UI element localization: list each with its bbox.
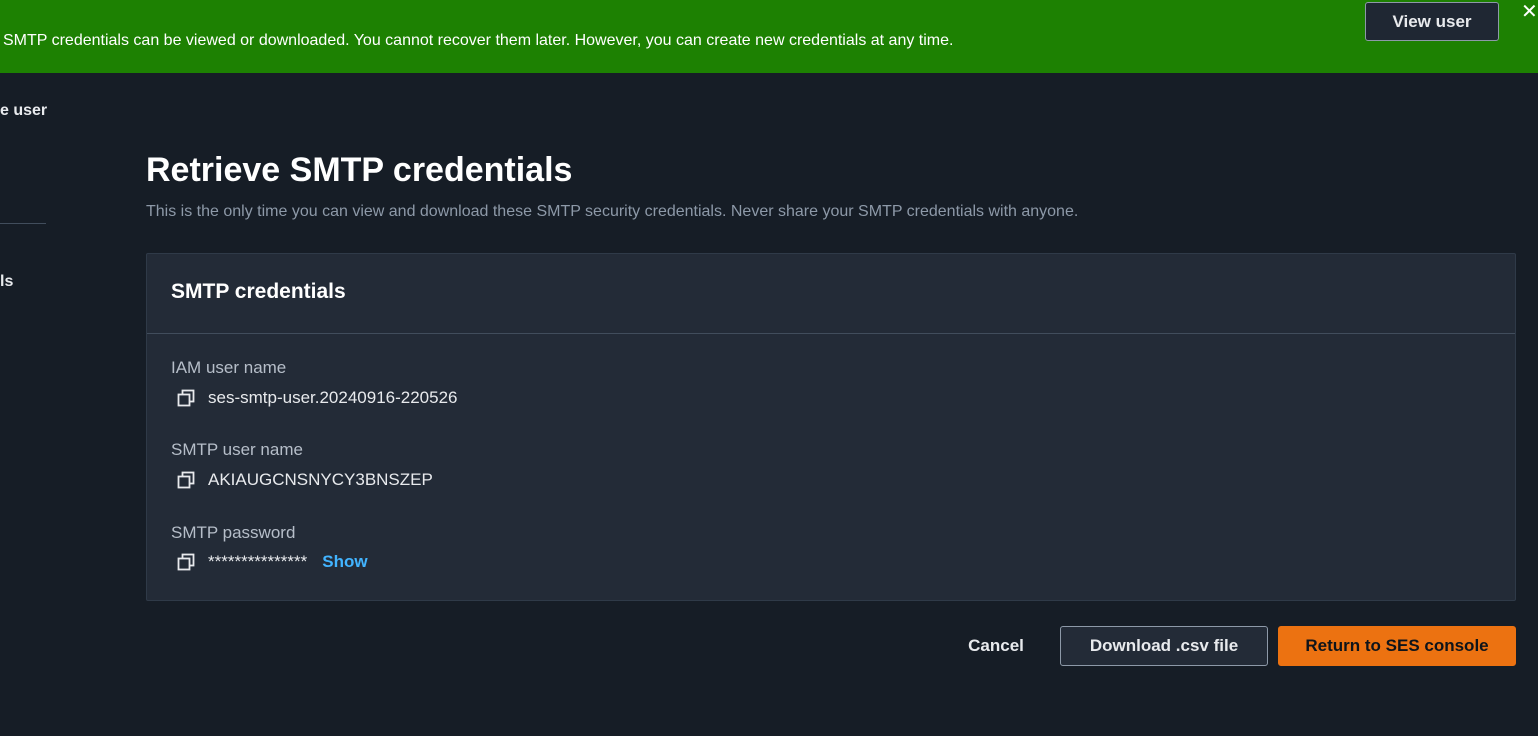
page-title: Retrieve SMTP credentials (146, 151, 573, 189)
download-csv-button[interactable]: Download .csv file (1060, 626, 1268, 666)
copy-icon[interactable] (177, 553, 195, 571)
cancel-button[interactable]: Cancel (950, 626, 1042, 666)
smtp-password-label: SMTP password (171, 523, 296, 542)
return-to-ses-console-button[interactable]: Return to SES console (1278, 626, 1516, 666)
sidebar-item-credentials[interactable]: ls (0, 273, 13, 291)
panel-title: SMTP credentials (171, 280, 346, 303)
iam-user-name-label: IAM user name (171, 358, 287, 377)
sidebar-item-create-user[interactable]: e user (0, 102, 47, 120)
sidebar-divider (0, 223, 46, 224)
iam-user-name-value: ses-smtp-user.20240916-220526 (208, 388, 458, 407)
smtp-credentials-panel: SMTP credentials IAM user name ses-smtp-… (146, 253, 1516, 601)
copy-icon[interactable] (177, 471, 195, 489)
smtp-password-row: *************** Show (177, 550, 368, 574)
page-description: This is the only time you can view and d… (146, 203, 1079, 220)
close-icon[interactable]: ✕ (1521, 2, 1538, 24)
smtp-password-value: *************** (208, 552, 308, 571)
show-password-link[interactable]: Show (322, 552, 367, 572)
smtp-user-name-label: SMTP user name (171, 440, 303, 459)
view-user-button[interactable]: View user (1365, 2, 1499, 41)
success-banner: SMTP credentials can be viewed or downlo… (0, 0, 1538, 73)
smtp-user-name-value: AKIAUGCNSNYCY3BNSZEP (208, 470, 433, 489)
smtp-user-name-row: AKIAUGCNSNYCY3BNSZEP (177, 468, 433, 492)
banner-message: SMTP credentials can be viewed or downlo… (3, 32, 954, 49)
copy-icon[interactable] (177, 389, 195, 407)
panel-header: SMTP credentials (147, 254, 1515, 334)
iam-user-name-row: ses-smtp-user.20240916-220526 (177, 386, 458, 410)
